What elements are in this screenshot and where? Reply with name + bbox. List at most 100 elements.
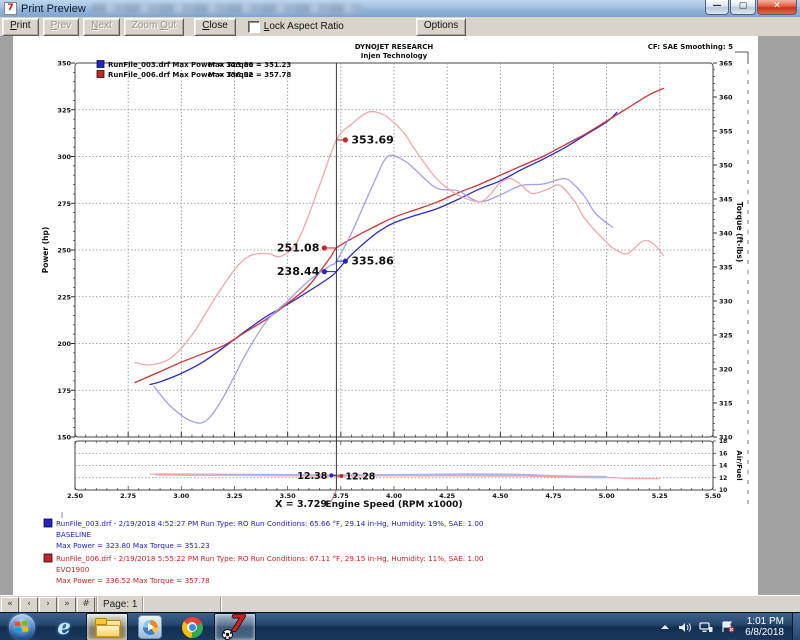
last-page-button[interactable]: » xyxy=(58,597,76,613)
x-tick-label: 5.00 xyxy=(599,492,616,500)
volume-icon[interactable] xyxy=(678,622,691,633)
show-desktop-button[interactable] xyxy=(792,613,800,640)
statusbar-separator xyxy=(96,597,98,612)
run-swatch xyxy=(44,519,52,527)
chart-title: DYNOJET RESEARCH xyxy=(355,43,434,51)
torque-tick-label: 335 xyxy=(719,264,733,272)
preview-area: DYNOJET RESEARCHInjen TechnologyCF: SAE … xyxy=(0,36,800,595)
power-tick-label: 250 xyxy=(57,247,71,255)
print-preview-toolbar: Print Prev Next Zoom Out Close Lock Aspe… xyxy=(0,17,800,37)
media-player-icon xyxy=(138,615,162,639)
run-swatch xyxy=(44,554,52,562)
x-axis-title: Engine Speed (RPM x1000) xyxy=(325,500,462,510)
cursor-value-label: 238.44 xyxy=(277,265,320,278)
goto-page-button[interactable]: # xyxy=(77,597,95,613)
power-tick-label: 150 xyxy=(57,434,71,442)
screen: 7 Print Preview — ▢ ✕ Print Prev Next Zo… xyxy=(0,0,800,640)
page-indicator: Page: 1 xyxy=(99,598,141,612)
run-info-line: RunFile_006.drf - 2/19/2018 5:55:22 PM R… xyxy=(56,554,484,563)
windows-flag-icon xyxy=(14,620,29,633)
torque-tick-label: 325 xyxy=(719,332,733,340)
legend-torque-text: Max Torque = 357.78 xyxy=(208,71,291,79)
x-tick-label: 2.75 xyxy=(120,492,137,500)
torque-axis-title: Torque (ft-lbs) xyxy=(735,202,744,263)
folder-icon xyxy=(95,618,119,636)
close-preview-button[interactable]: Close xyxy=(194,18,236,36)
taskbar-item-chrome[interactable] xyxy=(172,614,212,640)
minimize-button[interactable]: — xyxy=(705,0,729,15)
legend-torque-text: Max Torque = 351.23 xyxy=(208,61,291,69)
cursor-value-label: 12.28 xyxy=(345,472,375,483)
internet-explorer-icon: e xyxy=(57,616,70,638)
next-page-button[interactable]: Next xyxy=(83,18,120,36)
lock-aspect-ratio-group: Lock Aspect Ratio xyxy=(248,21,344,33)
x-tick-label: 3.00 xyxy=(173,492,190,500)
taskbar-item-media-player[interactable] xyxy=(130,614,170,640)
cursor-value-label: 353.69 xyxy=(351,133,393,146)
lock-aspect-ratio-checkbox[interactable] xyxy=(248,21,260,33)
lock-aspect-ratio-label: Lock Aspect Ratio xyxy=(264,21,344,32)
redacted-title-path xyxy=(92,4,362,13)
dyno-chart: DYNOJET RESEARCHInjen TechnologyCF: SAE … xyxy=(13,36,758,595)
app-icon: 7 xyxy=(4,2,17,15)
network-icon[interactable] xyxy=(699,622,713,633)
af-tick-label: 12 xyxy=(719,475,727,482)
taskbar-clock[interactable]: 1:01 PM 6/8/2018 xyxy=(745,616,784,638)
torque-tick-label: 320 xyxy=(719,366,733,374)
x-tick-label: 4.75 xyxy=(545,492,562,500)
power-tick-label: 275 xyxy=(57,200,71,208)
print-button[interactable]: Print xyxy=(2,18,39,36)
report-page: DYNOJET RESEARCHInjen TechnologyCF: SAE … xyxy=(13,36,758,595)
legend-swatch xyxy=(97,61,104,68)
x-tick-label: 2.50 xyxy=(67,492,84,500)
zoom-out-button[interactable]: Zoom Out xyxy=(124,18,184,36)
winpep7-icon: 7 xyxy=(223,615,247,639)
power-tick-label: 350 xyxy=(57,60,71,68)
torque-tick-label: 315 xyxy=(719,400,733,408)
x-tick-label: 5.50 xyxy=(705,492,722,500)
af-tick-label: 18 xyxy=(719,438,727,445)
prev-page-button[interactable]: Prev xyxy=(43,18,80,36)
x-tick-label: 4.50 xyxy=(492,492,509,500)
chart-subtitle: Injen Technology xyxy=(361,52,428,60)
cursor-x-label: X = 3.729 xyxy=(275,499,327,510)
chrome-icon xyxy=(182,617,203,638)
torque-tick-label: 330 xyxy=(719,298,733,306)
power-axis-title: Power (hp) xyxy=(41,227,50,274)
statusbar-empty-panel xyxy=(145,598,219,612)
x-tick-label: 4.25 xyxy=(439,492,456,500)
system-tray: 1:01 PM 6/8/2018 xyxy=(656,613,800,640)
power-tick-label: 175 xyxy=(57,387,71,395)
taskbar-item-internet-explorer[interactable]: e xyxy=(44,614,84,640)
series-runfile-003-torque xyxy=(154,155,613,423)
torque-tick-label: 365 xyxy=(719,60,733,68)
cursor-value-label: 251.08 xyxy=(277,241,319,254)
series-runfile-006-torque xyxy=(135,112,665,365)
statusbar-separator xyxy=(142,597,144,612)
start-button[interactable] xyxy=(9,614,35,640)
prev-page-nav-button[interactable]: ‹ xyxy=(20,597,38,613)
taskbar-item-file-explorer[interactable] xyxy=(86,613,128,640)
run-maxvalues-line: Max Power = 336.52 Max Torque = 357.78 xyxy=(56,576,210,585)
window-title: Print Preview xyxy=(21,3,86,15)
af-tick-label: 14 xyxy=(719,463,727,470)
run-maxvalues-line: Max Power = 323.80 Max Torque = 351.23 xyxy=(56,541,210,550)
power-tick-label: 325 xyxy=(57,106,71,114)
af-tick-label: 16 xyxy=(719,450,727,457)
cursor-value-label: 335.86 xyxy=(351,255,394,268)
taskbar-item-winpep7[interactable]: 7 xyxy=(214,613,256,640)
legend-swatch xyxy=(97,71,104,78)
action-center-flag-icon[interactable] xyxy=(721,621,735,633)
hidden-icons-button[interactable] xyxy=(660,623,670,631)
close-window-button[interactable]: ✕ xyxy=(757,0,797,15)
soccer-ball-icon xyxy=(222,629,233,640)
first-page-button[interactable]: « xyxy=(1,597,19,613)
torque-tick-label: 355 xyxy=(719,128,733,136)
options-button[interactable]: Options xyxy=(416,18,466,36)
maximize-button[interactable]: ▢ xyxy=(730,0,756,15)
torque-tick-label: 360 xyxy=(719,94,733,102)
statusbar-separator xyxy=(220,597,222,612)
torque-tick-label: 350 xyxy=(719,162,733,170)
next-page-nav-button[interactable]: › xyxy=(39,597,57,613)
torque-tick-label: 345 xyxy=(719,196,733,204)
